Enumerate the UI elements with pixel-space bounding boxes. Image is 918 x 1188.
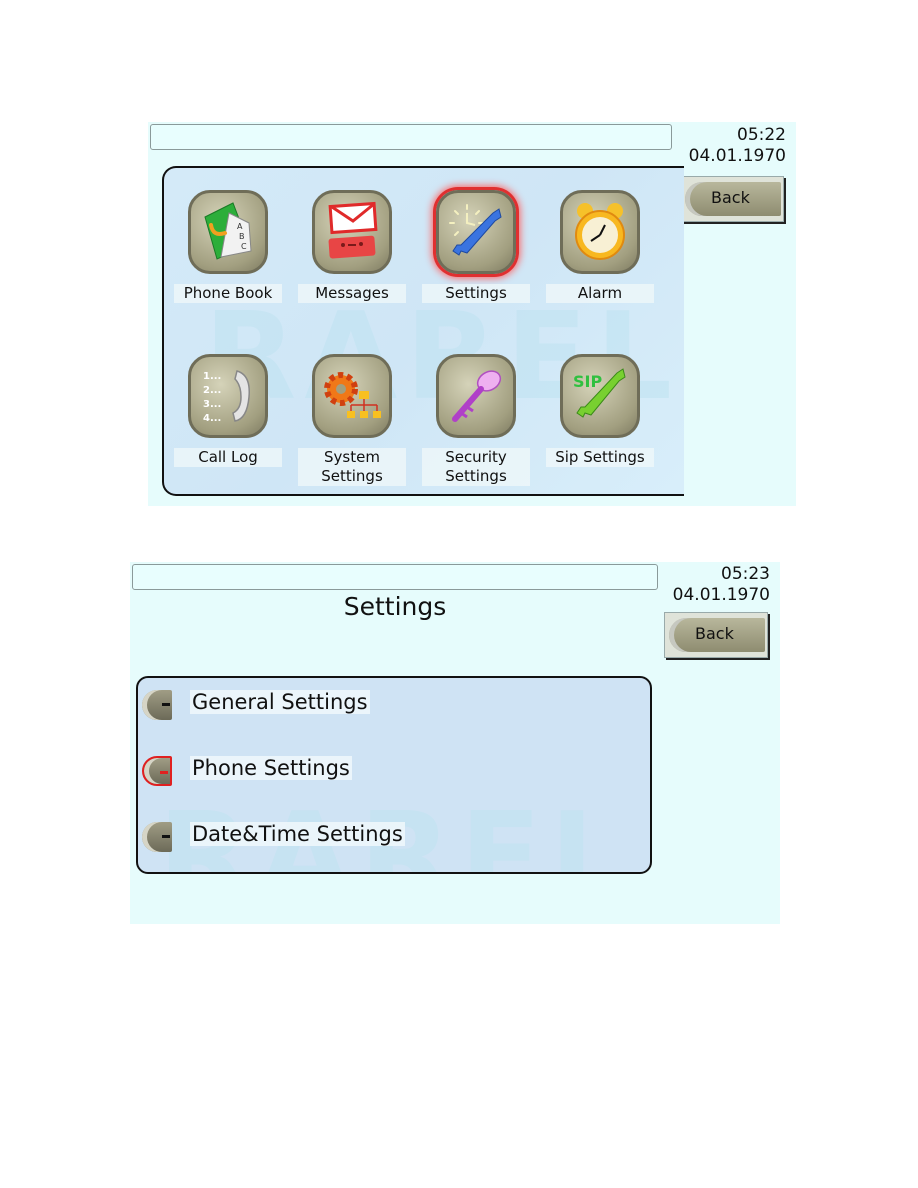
clock: 05:23 04.01.1970	[673, 564, 770, 606]
menu-tile-settings[interactable]: Settings	[422, 180, 542, 330]
settings-screen: 05:23 04.01.1970 Back Settings RAREL Gen…	[130, 562, 780, 924]
list-item-phone-settings[interactable]: Phone Settings	[138, 748, 538, 788]
bullet-icon	[142, 822, 172, 852]
status-bar	[132, 564, 658, 590]
tile-label: Call Log	[174, 448, 282, 467]
list-item-label: General Settings	[190, 690, 370, 714]
sip-wrench-icon: SIP	[573, 368, 626, 418]
menu-panel: RAREL A B C Phone Book Messages Settings…	[162, 166, 684, 496]
status-bar	[150, 124, 672, 150]
page-title: Settings	[343, 592, 447, 621]
list-item-general-settings[interactable]: General Settings	[138, 682, 538, 722]
back-button-label: Back	[711, 188, 750, 207]
list-item-date-time-settings[interactable]: Date&Time Settings	[138, 814, 538, 854]
tile-frame: SIP	[560, 354, 640, 438]
back-button[interactable]: Back	[664, 612, 768, 658]
svg-text:1...: 1...	[203, 371, 221, 382]
tile-label: Security Settings	[422, 448, 530, 486]
phone-book-icon: A B C	[204, 202, 252, 260]
menu-tile-messages[interactable]: Messages	[298, 180, 418, 330]
clock-date: 04.01.1970	[688, 146, 786, 166]
tile-label: Settings	[422, 284, 530, 303]
tile-label-line1: System	[324, 448, 380, 466]
back-button[interactable]: Back	[680, 176, 784, 222]
clock: 05:22 04.01.1970	[689, 125, 786, 167]
menu-tile-sip-settings[interactable]: SIP Sip Settings	[546, 344, 666, 494]
call-log-icon: 1... 2... 3... 4...	[203, 370, 250, 424]
bullet-icon	[142, 690, 172, 720]
svg-text:4...: 4...	[203, 413, 221, 424]
messages-icon	[328, 201, 378, 259]
key-icon	[452, 370, 502, 422]
alarm-clock-icon	[575, 203, 625, 260]
tile-label-line2: Settings	[321, 467, 383, 485]
tile-label-line2: Settings	[445, 467, 507, 485]
menu-tile-phone-book[interactable]: A B C Phone Book	[174, 180, 294, 330]
tile-label: Messages	[298, 284, 406, 303]
svg-text:C: C	[241, 242, 247, 251]
tile-label: System Settings	[298, 448, 406, 486]
sip-badge: SIP	[573, 372, 602, 391]
tile-frame: A B C	[188, 190, 268, 274]
menu-tile-call-log[interactable]: 1... 2... 3... 4... Call Log	[174, 344, 294, 494]
menu-tile-security-settings[interactable]: Security Settings	[422, 344, 542, 494]
svg-text:B: B	[239, 232, 245, 241]
system-settings-icon	[324, 372, 381, 418]
tile-frame: 1... 2... 3... 4...	[188, 354, 268, 438]
tile-label: Alarm	[546, 284, 654, 303]
tile-label-line1: Security	[445, 448, 507, 466]
bullet-icon	[142, 756, 172, 786]
clock-time: 05:22	[737, 125, 786, 145]
settings-icon	[449, 204, 502, 256]
svg-text:A: A	[237, 222, 243, 231]
svg-text:2...: 2...	[203, 385, 221, 396]
menu-tile-alarm[interactable]: Alarm	[546, 180, 666, 330]
settings-list: RAREL General Settings Phone Settings Da…	[136, 676, 652, 874]
tile-frame	[436, 354, 516, 438]
tile-frame	[560, 190, 640, 274]
tile-label: Sip Settings	[546, 448, 654, 467]
list-item-label: Date&Time Settings	[190, 822, 405, 846]
back-button-label: Back	[695, 624, 734, 643]
tile-frame	[436, 190, 516, 274]
clock-date: 04.01.1970	[672, 585, 770, 605]
menu-tile-system-settings[interactable]: System Settings	[298, 344, 418, 494]
svg-text:3...: 3...	[203, 399, 221, 410]
main-menu-screen: 05:22 04.01.1970 Back RAREL A B C Phone …	[148, 122, 796, 506]
tile-label: Phone Book	[174, 284, 282, 303]
clock-time: 05:23	[721, 564, 770, 584]
tile-frame	[312, 354, 392, 438]
list-item-label: Phone Settings	[190, 756, 352, 780]
tile-frame	[312, 190, 392, 274]
